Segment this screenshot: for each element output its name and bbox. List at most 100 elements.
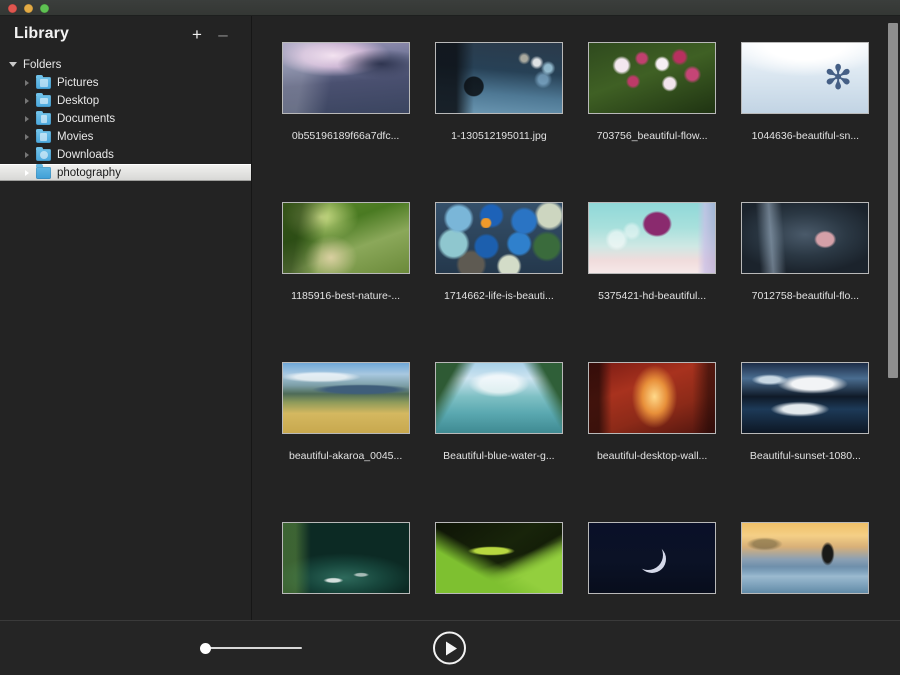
thumbnail-cell[interactable]: beautiful-desktop-wall... xyxy=(576,360,729,520)
thumbnail-frame[interactable] xyxy=(433,40,565,116)
thumbnail-frame[interactable] xyxy=(586,360,718,436)
thumbnail-caption: 1044636-beautiful-sn... xyxy=(752,130,859,142)
thumbnail-frame[interactable] xyxy=(433,200,565,276)
folder-plain-icon xyxy=(36,167,51,179)
minimize-window-button[interactable] xyxy=(24,4,33,13)
thumbnail-frame[interactable] xyxy=(586,40,718,116)
sidebar-item-label: Desktop xyxy=(57,95,99,107)
thumbnail-image[interactable] xyxy=(741,42,869,114)
sidebar-actions: + – xyxy=(189,26,231,42)
thumbnail-caption: beautiful-akaroa_0045... xyxy=(289,450,402,462)
sidebar-title: Library xyxy=(14,25,69,43)
chevron-right-icon[interactable] xyxy=(21,113,33,125)
sidebar-item-label: Pictures xyxy=(57,77,99,89)
zoom-slider-knob[interactable] xyxy=(200,643,211,654)
sidebar-item-desktop[interactable]: Desktop xyxy=(0,92,251,110)
sidebar-item-label: Documents xyxy=(57,113,115,125)
thumbnail-caption: 0b55196189f66a7dfc... xyxy=(292,130,399,142)
zoom-slider[interactable] xyxy=(200,641,304,655)
thumbnail-image[interactable] xyxy=(741,362,869,434)
thumbnail-image[interactable] xyxy=(588,362,716,434)
tree-group-label: Folders xyxy=(23,59,61,71)
thumbnail-image[interactable] xyxy=(588,202,716,274)
thumbnail-caption: beautiful-desktop-wall... xyxy=(597,450,707,462)
thumbnail-cell[interactable]: 1044636-beautiful-sn... xyxy=(729,40,882,200)
thumbnail-frame[interactable] xyxy=(739,200,871,276)
thumbnail-cell[interactable]: Beautiful-blue-water-g... xyxy=(422,360,575,520)
thumbnail-image[interactable] xyxy=(282,362,410,434)
zoom-slider-track[interactable] xyxy=(202,647,302,649)
thumbnail-caption: 703756_beautiful-flow... xyxy=(597,130,708,142)
thumbnail-image[interactable] xyxy=(435,522,563,594)
thumbnail-frame[interactable] xyxy=(433,360,565,436)
thumbnail-image[interactable] xyxy=(282,522,410,594)
thumbnail-frame[interactable] xyxy=(586,200,718,276)
thumbnail-caption: Beautiful-blue-water-g... xyxy=(443,450,554,462)
thumbnail-image[interactable] xyxy=(435,42,563,114)
bottom-toolbar xyxy=(0,620,900,675)
thumbnail-cell[interactable]: beautiful-akaroa_0045... xyxy=(269,360,422,520)
thumbnail-cell[interactable]: 0b55196189f66a7dfc... xyxy=(269,40,422,200)
add-folder-button[interactable]: + xyxy=(189,26,205,42)
thumbnail-image[interactable] xyxy=(741,522,869,594)
close-window-button[interactable] xyxy=(8,4,17,13)
thumbnail-image[interactable] xyxy=(588,522,716,594)
thumbnail-image[interactable] xyxy=(435,362,563,434)
sidebar-item-pictures[interactable]: Pictures xyxy=(0,74,251,92)
sidebar-item-movies[interactable]: Movies xyxy=(0,128,251,146)
remove-folder-button[interactable]: – xyxy=(215,26,231,42)
folder-pictures-icon xyxy=(36,77,51,89)
sidebar: Library + – Folders Pictures Desktop xyxy=(0,16,252,620)
thumbnail-frame[interactable] xyxy=(280,520,412,596)
folder-desktop-icon xyxy=(36,95,51,107)
thumbnail-cell[interactable]: 1185916-best-nature-... xyxy=(269,200,422,360)
thumbnail-frame[interactable] xyxy=(280,360,412,436)
vertical-scrollbar[interactable] xyxy=(885,16,900,620)
thumbnail-frame[interactable] xyxy=(280,200,412,276)
thumbnail-image[interactable] xyxy=(741,202,869,274)
thumbnail-image[interactable] xyxy=(435,202,563,274)
sidebar-item-photography[interactable]: photography xyxy=(0,164,252,181)
sidebar-item-label: photography xyxy=(57,167,121,179)
thumbnail-cell[interactable]: 5375421-hd-beautiful... xyxy=(576,200,729,360)
chevron-right-icon[interactable] xyxy=(21,149,33,161)
thumbnail-cell[interactable]: 1-130512195011.jpg xyxy=(422,40,575,200)
thumbnail-image[interactable] xyxy=(282,202,410,274)
chevron-right-icon[interactable] xyxy=(21,95,33,107)
sidebar-item-documents[interactable]: Documents xyxy=(0,110,251,128)
thumbnail-cell[interactable]: Beautiful-sunset-1080... xyxy=(729,360,882,520)
maximize-window-button[interactable] xyxy=(40,4,49,13)
thumbnail-image[interactable] xyxy=(282,42,410,114)
thumbnail-caption: Beautiful-sunset-1080... xyxy=(750,450,861,462)
thumbnail-frame[interactable] xyxy=(586,520,718,596)
thumbnail-caption: 5375421-hd-beautiful... xyxy=(598,290,706,302)
thumbnail-cell[interactable] xyxy=(269,520,422,620)
thumbnail-frame[interactable] xyxy=(739,360,871,436)
thumbnail-image[interactable] xyxy=(588,42,716,114)
thumbnail-cell[interactable]: 7012758-beautiful-flo... xyxy=(729,200,882,360)
chevron-right-icon[interactable] xyxy=(21,77,33,89)
thumbnail-cell[interactable]: 1714662-life-is-beauti... xyxy=(422,200,575,360)
thumbnail-frame[interactable] xyxy=(280,40,412,116)
chevron-right-icon[interactable] xyxy=(21,167,33,179)
chevron-down-icon[interactable] xyxy=(7,59,19,71)
thumbnail-caption: 7012758-beautiful-flo... xyxy=(752,290,859,302)
thumbnail-frame[interactable] xyxy=(433,520,565,596)
play-icon xyxy=(446,641,457,655)
chevron-right-icon[interactable] xyxy=(21,131,33,143)
thumbnail-frame[interactable] xyxy=(739,40,871,116)
tree-group-folders[interactable]: Folders xyxy=(0,55,251,74)
thumbnail-cell[interactable] xyxy=(422,520,575,620)
thumbnail-cell[interactable] xyxy=(729,520,882,620)
thumbnail-caption: 1185916-best-nature-... xyxy=(291,290,400,302)
play-slideshow-button[interactable] xyxy=(433,632,466,665)
thumbnail-cell[interactable] xyxy=(576,520,729,620)
scrollbar-thumb[interactable] xyxy=(888,23,898,378)
thumbnail-caption: 1714662-life-is-beauti... xyxy=(444,290,554,302)
sidebar-header: Library + – xyxy=(0,16,251,52)
photo-library-window: Library + – Folders Pictures Desktop xyxy=(0,0,900,675)
sidebar-item-label: Downloads xyxy=(57,149,114,161)
sidebar-item-downloads[interactable]: Downloads xyxy=(0,146,251,164)
thumbnail-frame[interactable] xyxy=(739,520,871,596)
thumbnail-cell[interactable]: 703756_beautiful-flow... xyxy=(576,40,729,200)
